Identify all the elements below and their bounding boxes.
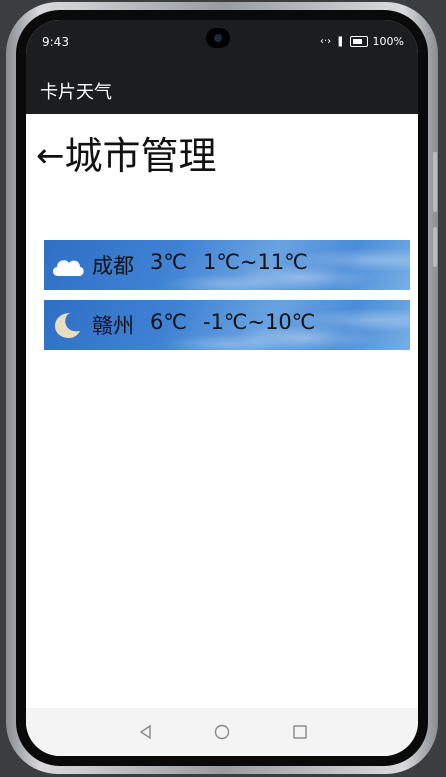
city-name: 赣州 (92, 314, 134, 338)
battery-percent: 100% (372, 35, 404, 48)
city-temp-range: 1℃~11℃ (202, 250, 308, 274)
alert-icon: ❚ (336, 35, 345, 47)
phone-bezel: 9:43 ‹·› ❚ 100% 卡片天气 ← 城市管理 成都 3℃ 1℃~11℃… (16, 10, 428, 766)
city-card-text: 赣州 6℃ -1℃~10℃ (92, 310, 315, 340)
city-name: 成都 (92, 254, 134, 278)
city-card-text: 成都 3℃ 1℃~11℃ (92, 250, 308, 280)
phone-body: 9:43 ‹·› ❚ 100% 卡片天气 ← 城市管理 成都 3℃ 1℃~11℃… (6, 2, 438, 774)
city-current-temp: 3℃ (150, 250, 187, 274)
front-camera (206, 28, 230, 48)
page-title: 城市管理 (64, 134, 217, 178)
back-arrow-icon[interactable]: ← (36, 134, 65, 178)
moon-icon (55, 313, 80, 338)
city-temp-range: -1℃~10℃ (202, 310, 316, 334)
device-background: 9:43 ‹·› ❚ 100% 卡片天气 ← 城市管理 成都 3℃ 1℃~11℃… (0, 0, 446, 777)
home-circle-icon[interactable] (214, 724, 230, 740)
status-icons: ‹·› ❚ 100% (320, 35, 404, 48)
city-card-ganzhou[interactable]: 赣州 6℃ -1℃~10℃ (44, 300, 410, 350)
system-nav-bar (26, 708, 418, 756)
status-bar: 9:43 ‹·› ❚ 100% (26, 20, 418, 66)
status-time: 9:43 (42, 35, 69, 49)
cloud-icon (52, 260, 84, 276)
power-button (433, 227, 437, 267)
signal-arrows-icon: ‹·› (319, 35, 332, 47)
page-heading: ← 城市管理 (36, 134, 217, 178)
app-title: 卡片天气 (40, 82, 112, 103)
app-bar: 卡片天气 (26, 66, 418, 114)
city-current-temp: 6℃ (150, 310, 187, 334)
battery-icon (349, 36, 368, 47)
back-triangle-icon[interactable] (138, 724, 154, 740)
phone-screen: 9:43 ‹·› ❚ 100% 卡片天气 ← 城市管理 成都 3℃ 1℃~11℃… (26, 20, 418, 756)
volume-button (433, 152, 437, 212)
recents-square-icon[interactable] (292, 724, 308, 740)
city-card-chengdu[interactable]: 成都 3℃ 1℃~11℃ (44, 240, 410, 290)
